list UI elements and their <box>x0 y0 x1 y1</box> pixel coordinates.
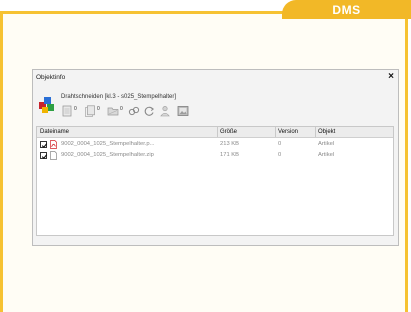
close-icon[interactable]: × <box>388 71 394 82</box>
folder-count: 0 <box>120 106 123 112</box>
document-icon[interactable] <box>61 105 73 117</box>
column-groesse[interactable]: Größe <box>220 129 237 135</box>
document-count: 0 <box>74 106 77 112</box>
window-title: Objektinfo <box>36 74 66 81</box>
column-separator <box>275 127 276 137</box>
multi-colored-objects-icon <box>39 97 54 113</box>
user-icon[interactable] <box>159 105 171 117</box>
folder-icon[interactable] <box>107 105 119 117</box>
column-objekt[interactable]: Objekt <box>318 129 335 135</box>
row-checkbox[interactable] <box>40 152 48 160</box>
cell-version: 0 <box>278 141 282 147</box>
cell-size: 171 KB <box>220 152 240 158</box>
table-row[interactable]: 9002_0004_1025_Stempelhalter.zip 171 KB … <box>37 150 393 161</box>
table-row[interactable]: 9002_0004_1025_Stempelhalter.p... 213 KB… <box>37 139 393 150</box>
cell-version: 0 <box>278 152 282 158</box>
column-separator <box>217 127 218 137</box>
row-checkbox[interactable] <box>40 141 48 149</box>
cell-filename: 9002_0004_1025_Stempelhalter.zip <box>61 152 154 158</box>
image-icon[interactable] <box>177 105 189 117</box>
cell-filename: 9002_0004_1025_Stempelhalter.p... <box>61 141 155 147</box>
table-header: Dateiname Größe Version Objekt <box>37 127 393 138</box>
cell-object: Artikel <box>318 152 335 158</box>
dms-badge: DMS <box>282 0 411 19</box>
window-titlebar: Objektinfo × <box>33 70 398 85</box>
cell-object: Artikel <box>318 141 335 147</box>
document-copy-icon[interactable] <box>84 105 96 117</box>
refresh-icon[interactable] <box>143 105 155 117</box>
link-icon[interactable] <box>128 105 140 117</box>
cell-size: 213 KB <box>220 141 240 147</box>
file-icon <box>50 151 57 160</box>
column-version[interactable]: Version <box>278 129 298 135</box>
column-dateiname[interactable]: Dateiname <box>40 129 69 135</box>
objektinfo-window: Objektinfo × Drahtschneiden [kl.3 - s025… <box>32 69 399 246</box>
document-copy-count: 0 <box>97 106 100 112</box>
column-separator <box>315 127 316 137</box>
attachments-table: Dateiname Größe Version Objekt 9002_0004… <box>36 126 394 236</box>
dms-badge-label: DMS <box>332 2 361 17</box>
pdf-icon <box>50 140 57 149</box>
object-title: Drahtschneiden [kl.3 - s025_Stempelhalte… <box>61 94 177 100</box>
